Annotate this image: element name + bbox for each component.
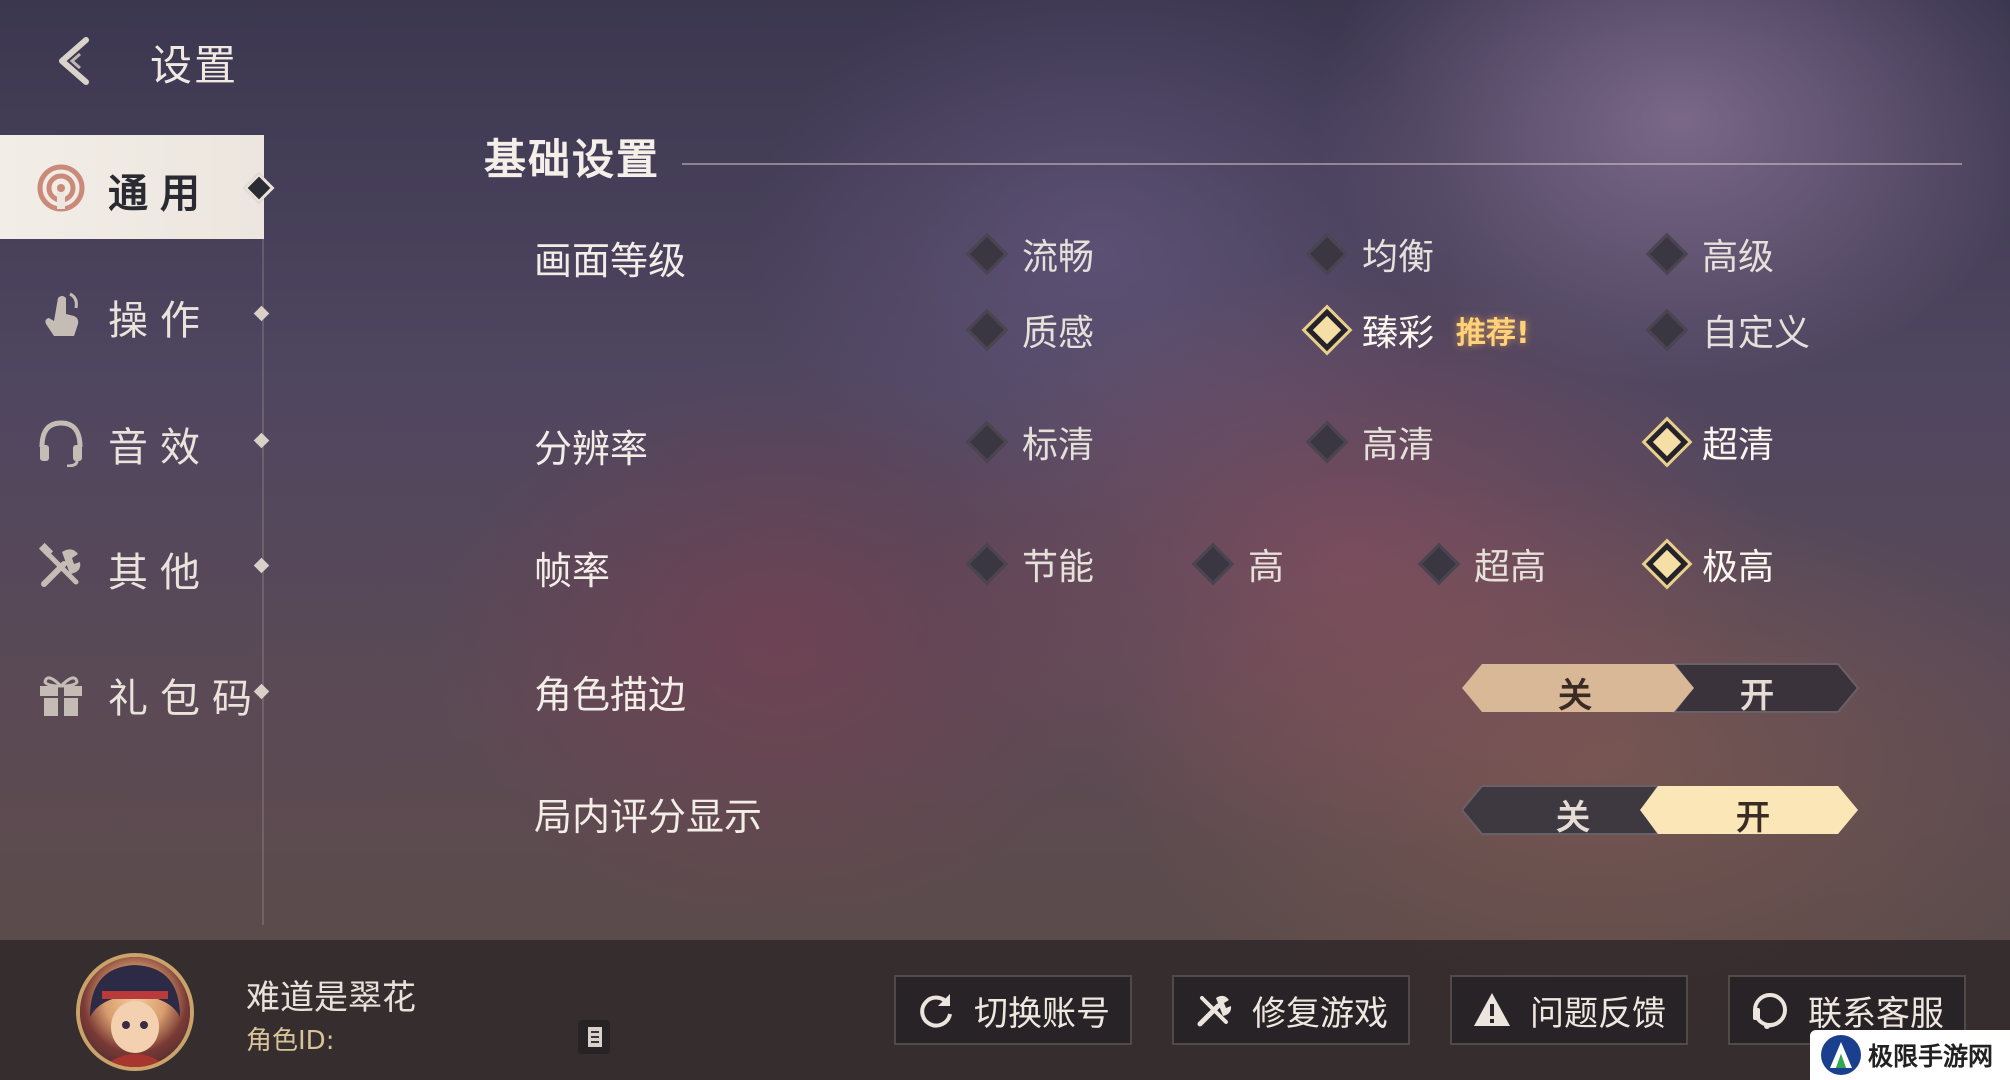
page-title: 设置 bbox=[150, 41, 239, 90]
score-on-option[interactable]: 开 bbox=[1668, 790, 1838, 839]
headphones-icon bbox=[39, 420, 83, 467]
framerate-option-extreme[interactable]: 极高 bbox=[1645, 536, 1774, 592]
score-display-toggle[interactable]: 关 开 bbox=[1462, 784, 1862, 839]
radio-diamond-icon bbox=[1305, 420, 1349, 464]
graphics-option-texture[interactable]: 质感 bbox=[965, 302, 1094, 358]
sidebar-dot-icon bbox=[253, 557, 270, 574]
sidebar-dot-icon bbox=[253, 305, 270, 322]
sidebar-dot-icon bbox=[253, 432, 270, 449]
feedback-button[interactable]: 问题反馈 bbox=[1450, 975, 1688, 1045]
graphics-level-label: 画面等级 bbox=[534, 239, 687, 283]
section-title: 基础设置 bbox=[484, 135, 661, 184]
headset-icon bbox=[1753, 993, 1787, 1029]
graphics-option-balanced[interactable]: 均衡 bbox=[1305, 226, 1434, 282]
tools-icon bbox=[38, 542, 81, 587]
framerate-option-high[interactable]: 高 bbox=[1191, 536, 1284, 592]
avatar-portrait-icon bbox=[90, 965, 180, 1067]
resolution-label: 分辨率 bbox=[534, 427, 649, 471]
radio-diamond-icon bbox=[965, 232, 1009, 276]
score-display-label: 局内评分显示 bbox=[534, 795, 763, 839]
framerate-option-power-save[interactable]: 节能 bbox=[965, 536, 1094, 592]
outline-toggle[interactable]: 关 开 bbox=[1462, 662, 1862, 717]
outline-label: 角色描边 bbox=[534, 673, 687, 717]
back-arrow-icon bbox=[59, 37, 89, 85]
radio-diamond-selected-icon bbox=[1305, 308, 1349, 352]
watermark-logo-icon bbox=[1821, 1035, 1861, 1075]
resolution-option-sd[interactable]: 标清 bbox=[965, 414, 1094, 470]
player-name: 难道是翠花 bbox=[246, 978, 416, 1018]
radio-diamond-icon bbox=[965, 420, 1009, 464]
sidebar-item-label: 操作 bbox=[108, 298, 212, 344]
role-id-label: 角色ID: bbox=[246, 1026, 335, 1056]
resolution-option-uhd[interactable]: 超清 bbox=[1645, 414, 1774, 470]
radio-diamond-icon bbox=[1645, 308, 1689, 352]
repair-game-button[interactable]: 修复游戏 bbox=[1172, 975, 1410, 1045]
sidebar-item-other[interactable]: 其他 bbox=[0, 514, 270, 618]
framerate-label: 帧率 bbox=[534, 549, 611, 593]
switch-account-button[interactable]: 切换账号 bbox=[894, 975, 1132, 1045]
graphics-option-custom[interactable]: 自定义 bbox=[1645, 302, 1810, 358]
active-marker-icon bbox=[243, 172, 275, 204]
general-icon bbox=[37, 164, 85, 212]
outline-off-option[interactable]: 关 bbox=[1490, 668, 1660, 717]
recommended-badge: 推荐! bbox=[1456, 316, 1530, 351]
sidebar-item-controls[interactable]: 操作 bbox=[0, 262, 270, 366]
radio-diamond-icon bbox=[1191, 542, 1235, 586]
section-divider bbox=[682, 163, 1962, 165]
sidebar-item-audio[interactable]: 音效 bbox=[0, 389, 270, 493]
radio-diamond-icon bbox=[965, 308, 1009, 352]
score-off-option[interactable]: 关 bbox=[1488, 790, 1658, 839]
radio-diamond-selected-icon bbox=[1645, 420, 1689, 464]
sidebar-item-general[interactable]: 通用 bbox=[0, 135, 275, 239]
copy-id-button[interactable] bbox=[578, 1020, 610, 1054]
refresh-icon bbox=[920, 994, 952, 1028]
graphics-option-advanced[interactable]: 高级 bbox=[1645, 226, 1774, 282]
avatar[interactable] bbox=[80, 957, 190, 1067]
radio-diamond-selected-icon bbox=[1645, 542, 1689, 586]
warning-icon bbox=[1474, 993, 1510, 1026]
sidebar-item-gift-code[interactable]: 礼包码 bbox=[0, 640, 270, 744]
outline-on-option[interactable]: 开 bbox=[1672, 668, 1842, 717]
copy-icon bbox=[588, 1027, 602, 1047]
radio-diamond-icon bbox=[1645, 232, 1689, 276]
resolution-option-hd[interactable]: 高清 bbox=[1305, 414, 1434, 470]
sidebar-item-label: 通用 bbox=[108, 171, 212, 217]
radio-diamond-icon bbox=[1417, 542, 1461, 586]
sidebar-item-label: 音效 bbox=[108, 425, 212, 471]
radio-diamond-icon bbox=[1305, 232, 1349, 276]
watermark: 极限手游网 bbox=[1810, 1030, 2010, 1080]
back-button[interactable] bbox=[50, 34, 100, 88]
sidebar-item-label: 礼包码 bbox=[108, 676, 264, 722]
watermark-text: 极限手游网 bbox=[1868, 1042, 1994, 1071]
graphics-option-smooth[interactable]: 流畅 bbox=[965, 226, 1094, 282]
touch-hand-icon bbox=[45, 292, 79, 336]
radio-diamond-icon bbox=[965, 542, 1009, 586]
gift-icon bbox=[40, 676, 82, 716]
framerate-option-super-high[interactable]: 超高 bbox=[1417, 536, 1546, 592]
sidebar-item-label: 其他 bbox=[108, 550, 212, 596]
repair-tools-icon bbox=[1197, 995, 1232, 1027]
graphics-option-ultimate[interactable]: 臻彩 推荐! bbox=[1305, 302, 1530, 358]
